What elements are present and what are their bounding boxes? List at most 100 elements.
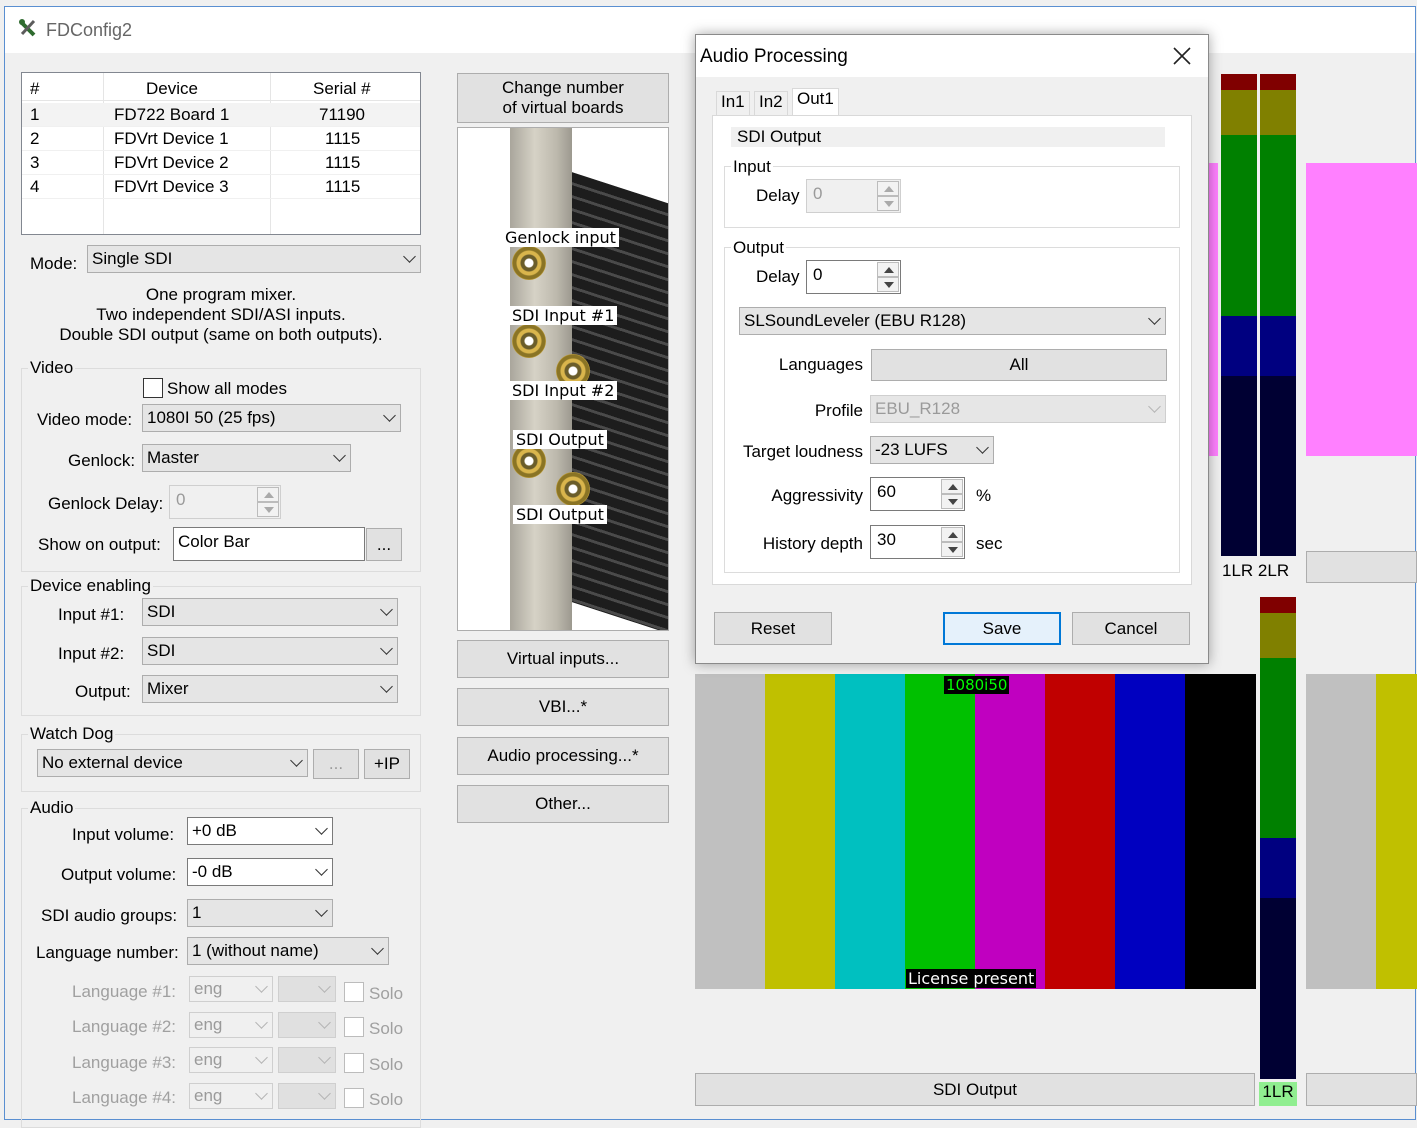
language-3-extra-select[interactable] [278, 1047, 336, 1073]
chevron-down-icon [333, 449, 346, 462]
audio-processing-button[interactable]: Audio processing...* [457, 737, 669, 775]
show-on-output-field[interactable]: Color Bar [173, 527, 365, 561]
watchdog-select[interactable]: No external device [37, 749, 308, 777]
language-2-select[interactable]: eng [189, 1012, 273, 1038]
virtual-inputs-button[interactable]: Virtual inputs... [457, 640, 669, 678]
cancel-button[interactable]: Cancel [1072, 612, 1190, 645]
meter-label-top: 1LR 2LR [1222, 561, 1290, 580]
tab-in2[interactable]: In2 [754, 91, 788, 116]
language-3-solo-label: Solo [369, 1055, 404, 1074]
sdi-output1-connector [512, 444, 546, 478]
board-label-sdi-output-1: SDI Output [513, 430, 607, 449]
input-group-label: Input [731, 157, 773, 177]
target-loudness-select[interactable]: -23 LUFS [870, 436, 994, 464]
input2-select[interactable]: SDI [142, 637, 398, 665]
board-label-genlock: Genlock input [502, 228, 619, 247]
input-delay-label: Delay [756, 186, 800, 205]
table-row[interactable]: 1 FD722 Board 1 71190 [22, 103, 420, 127]
language-4-label: Language #4: [72, 1088, 176, 1107]
input-volume-select[interactable]: +0 dB [187, 817, 333, 845]
aggressivity-spinner[interactable]: 60 [870, 477, 965, 511]
close-icon[interactable] [1172, 46, 1192, 66]
genlock-connector [512, 246, 546, 280]
watchdog-browse-button[interactable]: ... [313, 749, 359, 779]
genlock-select[interactable]: Master [142, 444, 351, 472]
output-select[interactable]: Mixer [142, 675, 398, 703]
sdi-audio-groups-select[interactable]: 1 [187, 899, 333, 927]
processor-select[interactable]: SLSoundLeveler (EBU R128) [739, 307, 1166, 335]
board-label-sdi-input-2: SDI Input #2 [509, 381, 618, 400]
languages-all-button[interactable]: All [871, 349, 1167, 381]
spin-down-icon[interactable] [941, 542, 963, 557]
language-number-label: Language number: [36, 943, 179, 962]
spin-up-icon[interactable] [877, 181, 899, 196]
device-table[interactable]: # Device Serial # 1 FD722 Board 1 71190 … [21, 72, 421, 235]
language-1-solo-checkbox[interactable] [344, 982, 364, 1002]
vbi-button[interactable]: VBI...* [457, 688, 669, 726]
language-1-extra-select[interactable] [278, 976, 336, 1002]
chevron-down-icon [403, 250, 416, 263]
table-row[interactable]: 2 FDVrt Device 1 1115 [22, 127, 420, 151]
spin-up-icon[interactable] [257, 487, 279, 502]
spin-up-icon[interactable] [877, 262, 899, 277]
magenta-preview [1306, 163, 1417, 456]
chevron-down-icon [255, 1016, 268, 1029]
language-4-extra-select[interactable] [278, 1083, 336, 1109]
language-2-extra-select[interactable] [278, 1012, 336, 1038]
tab-in1[interactable]: In1 [716, 91, 750, 116]
reset-button[interactable]: Reset [714, 612, 832, 645]
board-label-sdi-output-2: SDI Output [513, 505, 607, 524]
language-3-solo-checkbox[interactable] [344, 1053, 364, 1073]
mode-description-2: Two independent SDI/ASI inputs. [96, 305, 346, 324]
profile-label: Profile [814, 401, 863, 420]
spin-up-icon[interactable] [941, 479, 963, 494]
audio-meter-1l [1221, 74, 1257, 556]
table-row[interactable]: 3 FDVrt Device 2 1115 [22, 151, 420, 175]
mode-select[interactable]: Single SDI [87, 245, 421, 273]
language-1-label: Language #1: [72, 982, 176, 1001]
preview-2-output-button[interactable] [1306, 551, 1417, 583]
show-on-output-browse-button[interactable]: ... [366, 528, 402, 561]
preview-2-button[interactable] [1306, 1073, 1417, 1106]
history-depth-spinner[interactable]: 30 [870, 525, 965, 559]
language-2-solo-checkbox[interactable] [344, 1017, 364, 1037]
language-3-select[interactable]: eng [189, 1047, 273, 1073]
tab-out1[interactable]: Out1 [792, 88, 839, 115]
language-1-select[interactable]: eng [189, 976, 273, 1002]
tools-icon [19, 19, 36, 37]
mode-description-1: One program mixer. [145, 285, 297, 304]
language-2-label: Language #2: [72, 1017, 176, 1036]
spin-down-icon[interactable] [941, 494, 963, 509]
board-image: Genlock input SDI Input #1 SDI Input #2 … [457, 127, 669, 631]
watchdog-ip-button[interactable]: +IP [364, 749, 410, 779]
language-3-label: Language #3: [72, 1053, 176, 1072]
spin-down-icon[interactable] [877, 196, 899, 211]
spin-down-icon[interactable] [257, 502, 279, 517]
input-delay-spinner[interactable]: 0 [806, 179, 901, 213]
audio-group-label: Audio [28, 798, 76, 818]
change-virtual-boards-button[interactable]: Change number of virtual boards [457, 73, 669, 123]
language-number-select[interactable]: 1 (without name) [187, 937, 389, 965]
preview-2 [1306, 674, 1417, 989]
chevron-down-icon [383, 409, 396, 422]
save-button[interactable]: Save [943, 612, 1061, 645]
language-4-solo-checkbox[interactable] [344, 1088, 364, 1108]
meter-label-bottom: 1LR [1259, 1082, 1297, 1106]
header-serial: Serial # [313, 79, 371, 98]
input1-select[interactable]: SDI [142, 598, 398, 626]
spin-up-icon[interactable] [941, 527, 963, 542]
spin-down-icon[interactable] [877, 277, 899, 292]
sdi-output-button[interactable]: SDI Output [695, 1073, 1255, 1106]
chevron-down-icon [380, 680, 393, 693]
language-4-select[interactable]: eng [189, 1083, 273, 1109]
video-mode-select[interactable]: 1080I 50 (25 fps) [142, 404, 401, 432]
output-volume-select[interactable]: -0 dB [187, 858, 333, 886]
chevron-down-icon [380, 642, 393, 655]
show-all-modes-checkbox[interactable] [143, 378, 163, 398]
output-delay-spinner[interactable]: 0 [806, 260, 901, 294]
genlock-delay-spinner[interactable]: 0 [169, 485, 281, 519]
profile-select[interactable]: EBU_R128 [870, 395, 1166, 423]
table-row[interactable]: 4 FDVrt Device 3 1115 [22, 175, 420, 199]
other-button[interactable]: Other... [457, 785, 669, 823]
license-status: License present [906, 969, 1037, 988]
